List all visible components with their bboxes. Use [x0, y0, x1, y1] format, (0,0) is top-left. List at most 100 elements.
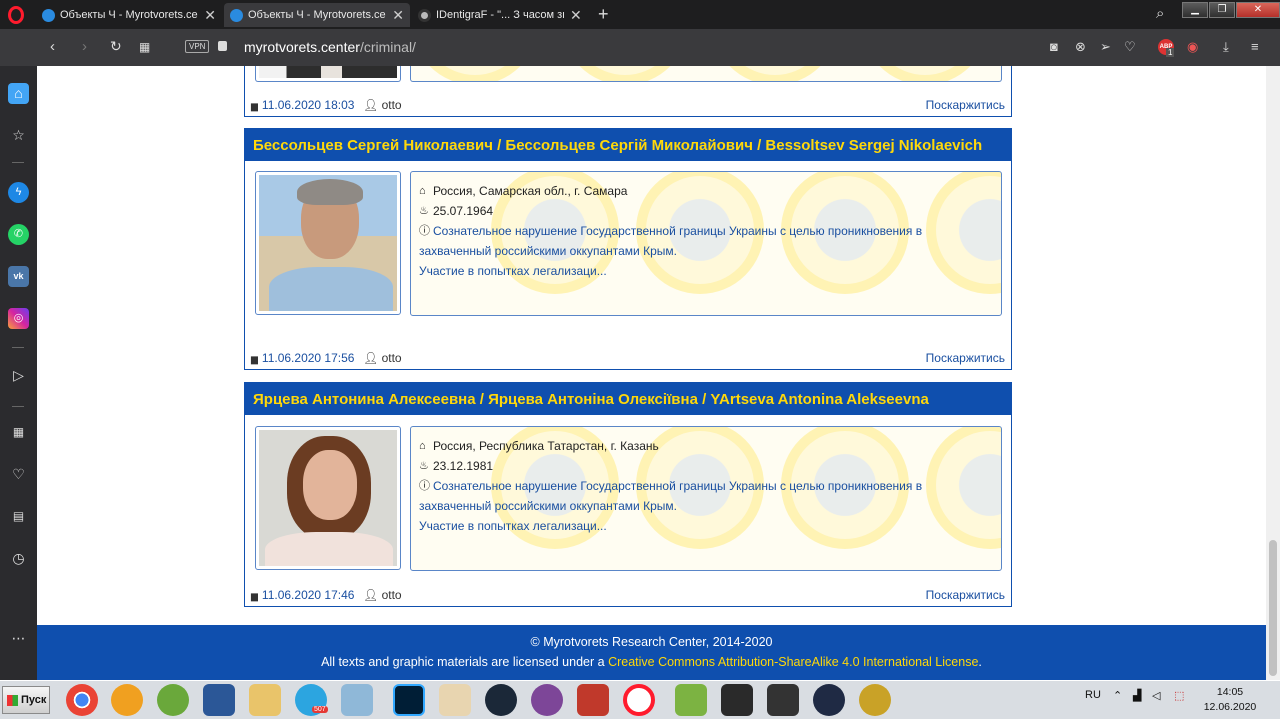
browser-tab-active[interactable]: Объекты Ч - Myrotvorets.cen ✕ [224, 3, 410, 27]
person-card: Ярцева Антонина Алексеевна / Ярцева Анто… [244, 382, 1012, 607]
page-scrollbar[interactable] [1266, 66, 1280, 680]
url-field[interactable]: myrotvorets.center/criminal/ [244, 39, 416, 55]
messenger-icon[interactable]: ϟ [8, 182, 29, 203]
close-tab-icon[interactable]: ✕ [204, 7, 216, 24]
heart-icon[interactable]: ♡ [1124, 39, 1136, 55]
chrome-icon[interactable] [66, 684, 98, 716]
speed-dial-icon[interactable]: ▦ [139, 40, 150, 54]
calendar-icon: ▆ [251, 354, 258, 364]
site-favicon-icon [230, 8, 243, 22]
vpn-badge[interactable]: VPN [185, 40, 210, 53]
sidebar-divider [12, 162, 24, 163]
site-favicon-icon [42, 8, 55, 22]
photoshop-icon[interactable] [393, 684, 425, 716]
minimize-window-button[interactable]: ▁ [1182, 2, 1208, 18]
bookmarks-heart-icon[interactable]: ♡ [8, 464, 29, 485]
close-window-button[interactable]: ✕ [1236, 2, 1280, 18]
photo-face [303, 450, 357, 520]
site-footer: © Myrotvorets Research Center, 2014-2020… [37, 625, 1266, 680]
send-icon[interactable]: ➢ [1100, 39, 1111, 55]
notepad-icon[interactable] [341, 684, 373, 716]
epic-games-icon[interactable] [721, 684, 753, 716]
post-author: 👤︎ otto [363, 351, 402, 365]
new-tab-button[interactable]: + [598, 4, 609, 25]
person-photo[interactable] [255, 171, 401, 315]
sidebar-divider [12, 347, 24, 348]
person-name-heading[interactable]: Бессольцев Сергей Николаевич / Бессольце… [245, 129, 1011, 161]
tab-search-icon[interactable]: ⌕ [1156, 5, 1164, 22]
volume-icon[interactable]: ◁ [1152, 689, 1160, 702]
block-icon[interactable]: ⊗ [1075, 39, 1086, 55]
watermark-seal [711, 66, 839, 81]
camera-icon[interactable]: ◙ [1050, 39, 1058, 54]
complain-link[interactable]: Поскаржитись [926, 98, 1005, 112]
opera-menu-icon[interactable] [8, 6, 24, 24]
browser-tab[interactable]: Объекты Ч - Myrotvorets.cen ✕ [36, 3, 222, 27]
language-indicator[interactable]: RU [1085, 689, 1101, 701]
arma-icon[interactable] [813, 684, 845, 716]
news-icon[interactable]: ▤ [8, 506, 29, 527]
whatsapp-icon[interactable]: ✆ [8, 224, 29, 245]
browser-tab[interactable]: IDentigraF - "... З часом знай ✕ [412, 3, 594, 27]
person-card: Бессольцев Сергей Николаевич / Бессольце… [244, 128, 1012, 370]
tray-expand-icon[interactable]: ⌃ [1113, 689, 1122, 702]
post-date: ▆ 11.06.2020 17:56 [251, 351, 355, 365]
vk-icon[interactable]: vk [8, 266, 29, 287]
minecraft-icon[interactable] [675, 684, 707, 716]
birthday-cake-icon: ♨ [419, 205, 429, 217]
security-tray-icon[interactable]: ⬚ [1174, 689, 1184, 702]
menu-icon[interactable]: ≡ [1251, 39, 1259, 54]
media-player-icon[interactable] [767, 684, 799, 716]
license-text: All texts and graphic materials are lice… [321, 655, 982, 669]
close-tab-icon[interactable]: ✕ [570, 7, 582, 24]
app-sun-icon[interactable] [859, 684, 891, 716]
instagram-icon[interactable]: ◎ [8, 308, 29, 329]
extensions-icon[interactable]: ▦ [8, 422, 29, 443]
star-icon[interactable]: ☆ [8, 125, 29, 146]
opera-taskbar-icon[interactable] [623, 684, 655, 716]
address-bar: ‹ › ↻ ▦ VPN myrotvorets.center/criminal/… [0, 29, 1280, 66]
adblock-count-badge: 1 [1166, 48, 1175, 57]
copyright-text: © Myrotvorets Research Center, 2014-2020 [530, 635, 773, 649]
game-launcher-icon[interactable] [577, 684, 609, 716]
file-explorer-icon[interactable] [249, 684, 281, 716]
person-info-partial [410, 66, 1002, 82]
back-icon[interactable]: ‹ [50, 38, 55, 55]
forward-icon[interactable]: › [82, 38, 87, 55]
extension-icon[interactable]: ◉ [1187, 39, 1198, 55]
windows-logo-icon [7, 695, 18, 706]
calendar-icon: ▆ [251, 591, 258, 601]
person-name-heading[interactable]: Ярцева Антонина Алексеевна / Ярцева Анто… [245, 383, 1011, 415]
word-icon[interactable] [203, 684, 235, 716]
scrollbar-thumb[interactable] [1269, 540, 1277, 676]
post-date: ▆ 11.06.2020 17:46 [251, 588, 355, 602]
lock-icon[interactable] [218, 41, 227, 51]
site-favicon-icon [418, 8, 431, 22]
info-icon: ⓘ [419, 225, 430, 237]
person-photo[interactable] [255, 426, 401, 570]
close-tab-icon[interactable]: ✕ [392, 7, 404, 24]
flow-icon[interactable]: ▷ [8, 365, 29, 386]
download-icon[interactable]: ⤓ [1223, 39, 1229, 55]
start-button[interactable]: Пуск [2, 686, 50, 714]
history-icon[interactable]: ◷ [8, 548, 29, 569]
person-card-partial: ▆ 11.06.2020 18:03 👤︎ otto Поскаржитись [244, 66, 1012, 117]
paint-icon[interactable] [439, 684, 471, 716]
complain-link[interactable]: Поскаржитись [926, 351, 1005, 365]
tor-browser-icon[interactable] [531, 684, 563, 716]
restore-window-button[interactable]: ❐ [1209, 2, 1235, 18]
birthday-cake-icon: ♨ [419, 460, 429, 472]
utorrent-icon[interactable] [157, 684, 189, 716]
post-author: 👤︎ otto [363, 98, 402, 112]
person-photo-partial[interactable] [255, 66, 401, 82]
aimp-icon[interactable] [111, 684, 143, 716]
license-link[interactable]: Creative Commons Attribution-ShareAlike … [608, 655, 978, 669]
network-icon[interactable]: ▟ [1133, 689, 1141, 702]
reload-icon[interactable]: ↻ [110, 38, 122, 55]
steam-icon[interactable] [485, 684, 517, 716]
more-icon[interactable]: ⋯ [8, 628, 29, 649]
system-clock[interactable]: 14:05 12.06.2020 [1203, 685, 1257, 715]
complain-link[interactable]: Поскаржитись [926, 588, 1005, 602]
home-icon[interactable]: ⌂ [8, 83, 29, 104]
card-footer: ▆ 11.06.2020 18:03 👤︎ otto Поскаржитись [245, 94, 1011, 116]
